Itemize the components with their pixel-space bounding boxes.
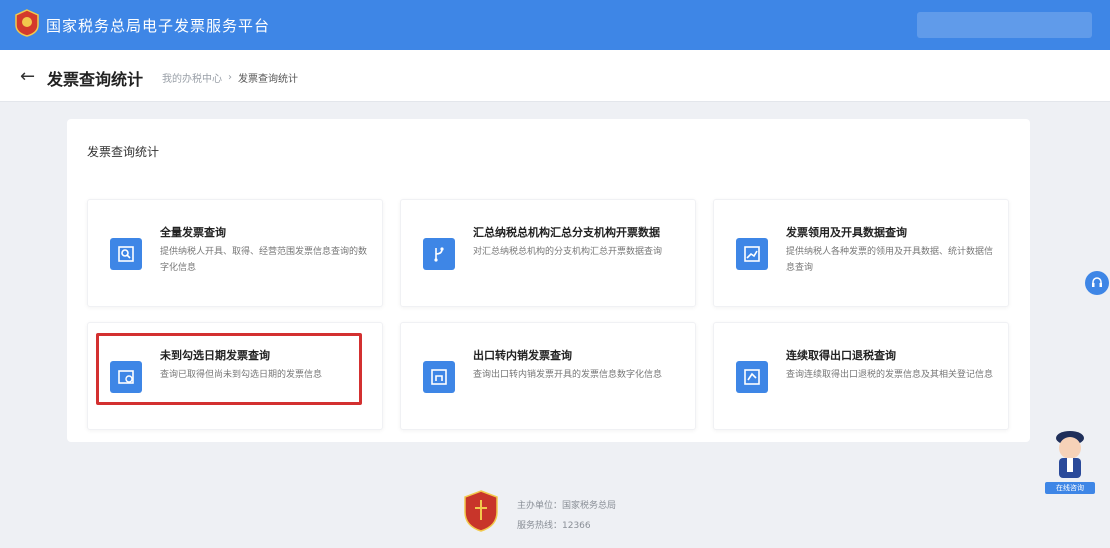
user-info-area[interactable]	[917, 12, 1092, 38]
tile-title: 全量发票查询	[160, 226, 226, 239]
platform-title: 国家税务总局电子发票服务平台	[46, 17, 271, 35]
footer-hotline: 服务热线：12366	[517, 521, 591, 531]
breadcrumb-separator: ›	[228, 72, 232, 83]
tile-desc: 提供纳税人开具、取得、经营范围发票信息查询的数字化信息	[160, 247, 368, 273]
back-arrow-icon[interactable]: ←	[20, 66, 35, 87]
search-doc-icon	[110, 238, 142, 270]
query-stats-card: 发票查询统计 全量发票查询 提供纳税人开具、取得、经营范围发票信息查询的数字化信…	[67, 119, 1030, 442]
tile-title: 未到勾选日期发票查询	[160, 349, 270, 362]
chart-doc-icon	[736, 238, 768, 270]
tile-export-domestic-query[interactable]: 出口转内销发票查询 查询出口转内销发票开具的发票信息数字化信息	[400, 322, 696, 430]
tile-desc: 查询连续取得出口退税的发票信息及其相关登记信息	[786, 370, 994, 380]
branch-icon	[423, 238, 455, 270]
tile-export-refund-query[interactable]: 连续取得出口退税查询 查询连续取得出口退税的发票信息及其相关登记信息	[713, 322, 1009, 430]
tile-desc: 提供纳税人各种发票的领用及开具数据、统计数据信息查询	[786, 247, 994, 273]
footer-info: 主办单位：国家税务总局 服务热线：12366	[517, 496, 616, 536]
assistant-label[interactable]: 在线咨询	[1045, 482, 1095, 494]
tile-title: 发票领用及开具数据查询	[786, 226, 907, 239]
page-title: 发票查询统计	[47, 70, 144, 89]
page-header: ← 发票查询统计 我的办税中心 › 发票查询统计	[0, 50, 1110, 102]
tax-emblem-logo	[15, 9, 39, 37]
refund-doc-icon	[736, 361, 768, 393]
top-bar: 国家税务总局电子发票服务平台	[0, 0, 1110, 50]
breadcrumb: 我的办税中心 › 发票查询统计	[162, 70, 298, 85]
breadcrumb-item-home[interactable]: 我的办税中心	[162, 70, 222, 85]
tile-consolidated-branch-data[interactable]: 汇总纳税总机构汇总分支机构开票数据 对汇总纳税总机构的分支机构汇总开票数据查询	[400, 199, 696, 307]
footer-sponsor: 主办单位：国家税务总局	[517, 501, 617, 511]
tile-title: 汇总纳税总机构汇总分支机构开票数据	[473, 226, 660, 239]
tile-title: 出口转内销发票查询	[473, 349, 572, 362]
export-doc-icon	[423, 361, 455, 393]
tile-issuance-data-query[interactable]: 发票领用及开具数据查询 提供纳税人各种发票的领用及开具数据、统计数据信息查询	[713, 199, 1009, 307]
tile-desc: 查询出口转内销发票开具的发票信息数字化信息	[473, 370, 663, 380]
section-title: 发票查询统计	[87, 145, 160, 159]
tax-bureau-emblem	[464, 490, 498, 532]
tile-full-invoice-query[interactable]: 全量发票查询 提供纳税人开具、取得、经营范围发票信息查询的数字化信息	[87, 199, 383, 307]
tile-title: 连续取得出口退税查询	[786, 349, 896, 362]
calendar-doc-icon	[110, 361, 142, 393]
headset-icon[interactable]	[1085, 271, 1109, 295]
tile-desc: 对汇总纳税总机构的分支机构汇总开票数据查询	[473, 247, 663, 257]
tile-pending-selection-query[interactable]: 未到勾选日期发票查询 查询已取得但尚未到勾选日期的发票信息	[87, 322, 383, 430]
tile-desc: 查询已取得但尚未到勾选日期的发票信息	[160, 370, 323, 380]
breadcrumb-item-current: 发票查询统计	[238, 74, 298, 85]
